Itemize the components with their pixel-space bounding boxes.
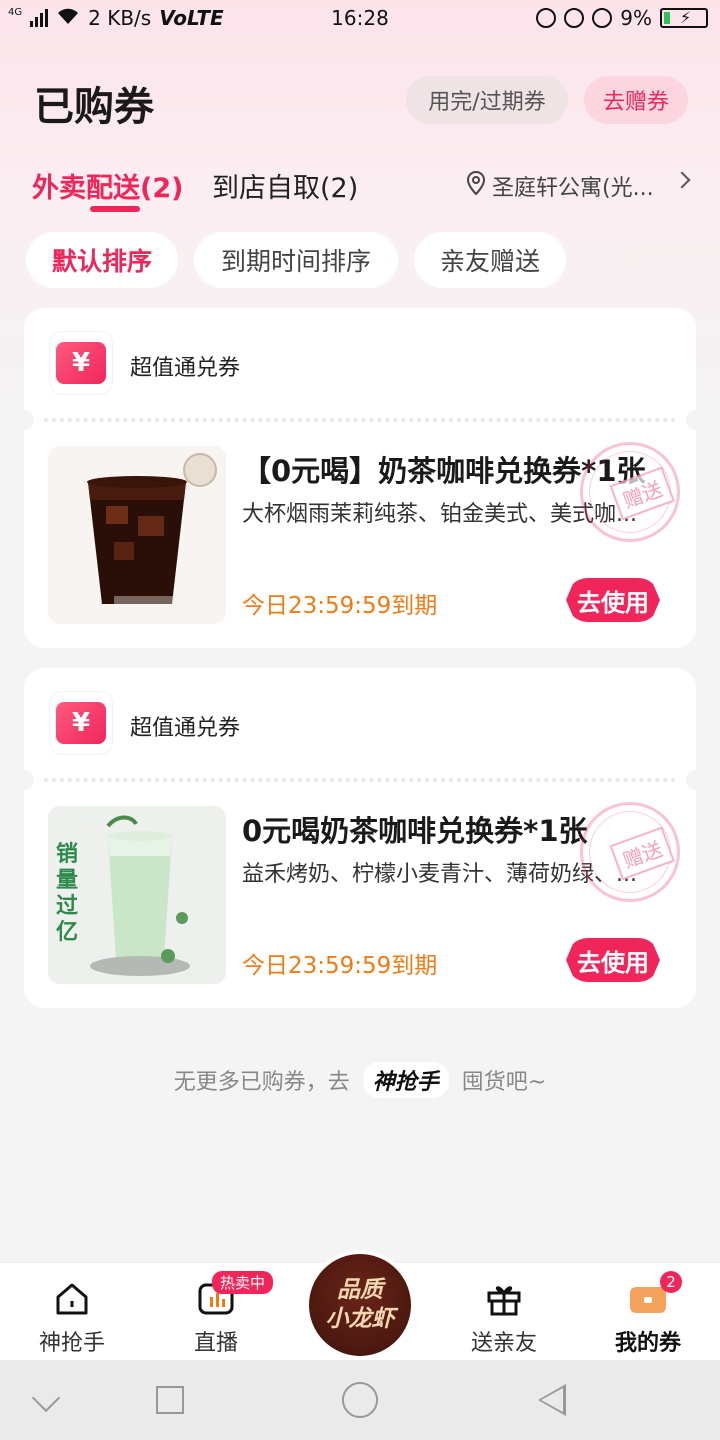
alarm-icon: [592, 8, 613, 28]
use-coupon-button[interactable]: 去使用: [566, 578, 660, 622]
page-title: 已购券: [34, 84, 154, 130]
coupon-expiry: 今日23:59:59到期: [242, 953, 438, 979]
coupon-expiry: 今日23:59:59到期: [242, 593, 438, 619]
sort-by-expiry[interactable]: 到期时间排序: [194, 232, 398, 288]
nav-my-coupons[interactable]: 2 我的券: [576, 1263, 720, 1361]
use-coupon-button[interactable]: 去使用: [566, 938, 660, 982]
coupon-name: 0元喝奶茶咖啡兑换券*1张: [242, 814, 588, 848]
gift-coupon-button[interactable]: 去赠券: [584, 76, 688, 124]
expired-coupons-button[interactable]: 用完/过期券: [406, 76, 568, 124]
yen-icon: ¥: [56, 342, 106, 384]
coupon-image[interactable]: [48, 446, 226, 624]
hot-badge: 热卖中: [212, 1271, 274, 1294]
brand-link[interactable]: 神抢手: [362, 1062, 449, 1098]
crayfish-promo-button[interactable]: 品质 小龙虾: [305, 1250, 415, 1360]
tab-active-indicator: [90, 206, 140, 212]
location-text: 圣庭轩公寓(光...: [492, 176, 654, 201]
coupon-count-badge: 2: [660, 1271, 682, 1293]
location-pin-icon: [466, 170, 486, 201]
image-slogan: 销量过亿: [56, 842, 79, 945]
coupon-image[interactable]: 销量过亿: [48, 806, 226, 984]
home-circle-icon[interactable]: [342, 1382, 378, 1418]
gift-icon: [487, 1286, 521, 1316]
battery-icon: ⚡: [660, 8, 708, 28]
location-selector[interactable]: 圣庭轩公寓(光...: [466, 170, 654, 202]
coupon-type-label: 超值通兑券: [130, 716, 241, 741]
back-icon[interactable]: [538, 1384, 566, 1416]
coupon-type-label: 超值通兑券: [130, 356, 241, 381]
divider: [44, 418, 676, 422]
nav-gift-friends[interactable]: 送亲友: [432, 1263, 576, 1361]
sort-default[interactable]: 默认排序: [26, 232, 178, 288]
system-nav-bar: [0, 1360, 720, 1440]
coupon-type-logo: ¥: [50, 692, 112, 754]
dnd-icon: [536, 8, 557, 28]
divider: [44, 778, 676, 782]
collapse-icon[interactable]: [31, 1383, 61, 1413]
nav-live[interactable]: 热卖中 直播: [144, 1263, 288, 1361]
coupon-card[interactable]: ¥ 超值通兑券 销量过亿 0元喝奶茶咖啡兑换券*1张 益禾烤奶、柠檬小麦青汁、薄…: [14, 668, 706, 1008]
no-more-coupons-note: 无更多已购券，去 神抢手 囤货吧~: [0, 1062, 720, 1098]
status-bar: 4G 2 KB/s VoLTE 16:28 9% ⚡: [0, 0, 720, 38]
sort-friend-gift[interactable]: 亲友赠送: [414, 232, 566, 288]
tab-pickup[interactable]: 到店自取(2): [212, 166, 358, 205]
rotation-lock-icon: [564, 8, 585, 28]
nav-home[interactable]: 神抢手: [0, 1263, 144, 1361]
home-icon: [56, 1283, 88, 1315]
recents-icon[interactable]: [156, 1386, 184, 1414]
coupon-type-logo: ¥: [50, 332, 112, 394]
coupon-card[interactable]: ¥ 超值通兑券 【0元喝】奶茶咖啡兑换券*1张 大杯烟雨茉莉纯茶、铂金美式、美式…: [14, 308, 706, 648]
yen-icon: ¥: [56, 702, 106, 744]
battery-percent: 9%: [620, 6, 652, 30]
tab-delivery[interactable]: 外卖配送(2): [32, 166, 183, 205]
